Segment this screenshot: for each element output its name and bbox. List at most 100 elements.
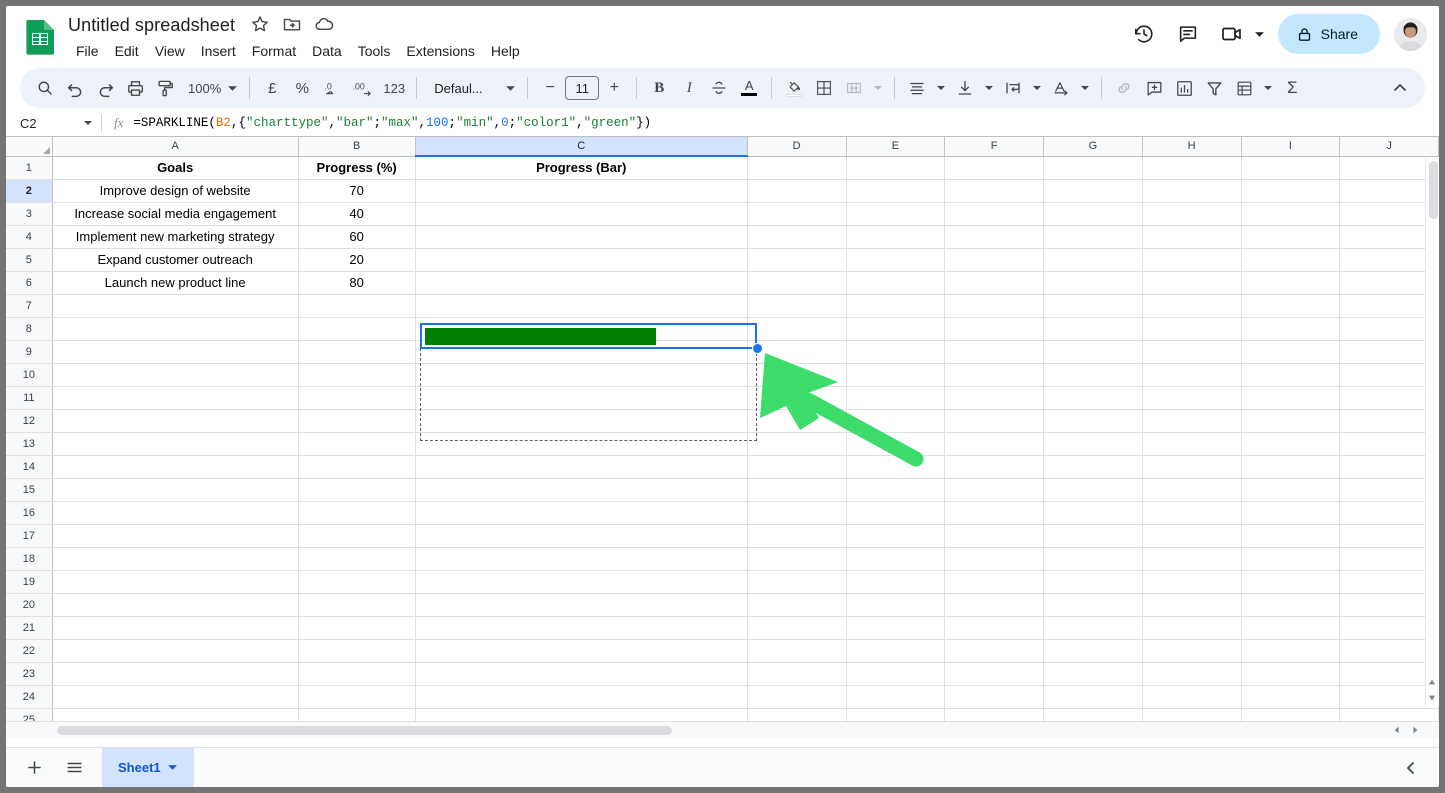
cell-H23[interactable] <box>1142 662 1242 686</box>
sheet-tab-sheet1[interactable]: Sheet1 <box>102 747 194 787</box>
borders-icon[interactable] <box>809 73 839 103</box>
avatar[interactable] <box>1394 17 1427 51</box>
column-header-g[interactable]: G <box>1043 137 1143 157</box>
cell-C1[interactable]: Progress (Bar) <box>415 156 748 180</box>
row-header-7[interactable]: 7 <box>6 294 53 318</box>
cell-H3[interactable] <box>1142 202 1242 226</box>
cell-I8[interactable] <box>1241 317 1341 341</box>
cell-I23[interactable] <box>1241 662 1341 686</box>
cell-J20[interactable] <box>1339 593 1439 617</box>
cell-E16[interactable] <box>846 501 946 525</box>
cell-C18[interactable] <box>415 547 748 571</box>
cell-F14[interactable] <box>944 455 1044 479</box>
cell-J19[interactable] <box>1339 570 1439 594</box>
cell-F24[interactable] <box>944 685 1044 709</box>
cell-D5[interactable] <box>747 248 847 272</box>
column-header-b[interactable]: B <box>298 137 416 157</box>
sheet-tab-chevron-down-icon[interactable] <box>167 762 178 773</box>
cell-F17[interactable] <box>944 524 1044 548</box>
cell-J17[interactable] <box>1339 524 1439 548</box>
cell-C10[interactable] <box>415 363 748 387</box>
cell-G2[interactable] <box>1043 179 1143 203</box>
cell-C17[interactable] <box>415 524 748 548</box>
menu-file[interactable]: File <box>68 41 107 61</box>
cell-A13[interactable] <box>52 432 299 456</box>
vertical-scrollbar[interactable] <box>1425 157 1439 706</box>
cell-G17[interactable] <box>1043 524 1143 548</box>
cell-G11[interactable] <box>1043 386 1143 410</box>
redo-icon[interactable] <box>90 73 120 103</box>
wrap-chevron-down-icon[interactable] <box>1028 73 1046 103</box>
cell-H11[interactable] <box>1142 386 1242 410</box>
strikethrough-icon[interactable] <box>704 73 734 103</box>
horizontal-align-icon[interactable] <box>902 73 932 103</box>
cell-F4[interactable] <box>944 225 1044 249</box>
cell-H15[interactable] <box>1142 478 1242 502</box>
cell-D4[interactable] <box>747 225 847 249</box>
cell-G12[interactable] <box>1043 409 1143 433</box>
row-header-9[interactable]: 9 <box>6 340 53 364</box>
cell-E7[interactable] <box>846 294 946 318</box>
cell-B10[interactable] <box>298 363 416 387</box>
pivot-table-icon[interactable] <box>1229 73 1259 103</box>
cell-D15[interactable] <box>747 478 847 502</box>
cell-A6[interactable]: Launch new product line <box>52 271 299 295</box>
cell-D21[interactable] <box>747 616 847 640</box>
cell-E15[interactable] <box>846 478 946 502</box>
cell-E20[interactable] <box>846 593 946 617</box>
cell-A16[interactable] <box>52 501 299 525</box>
cell-F22[interactable] <box>944 639 1044 663</box>
cell-E6[interactable] <box>846 271 946 295</box>
cell-C11[interactable] <box>415 386 748 410</box>
fill-color-icon[interactable] <box>779 73 809 103</box>
cell-H21[interactable] <box>1142 616 1242 640</box>
cell-B20[interactable] <box>298 593 416 617</box>
cell-J24[interactable] <box>1339 685 1439 709</box>
cell-D12[interactable] <box>747 409 847 433</box>
cell-C13[interactable] <box>415 432 748 456</box>
comment-icon[interactable] <box>1168 14 1208 54</box>
cell-H9[interactable] <box>1142 340 1242 364</box>
cell-C6[interactable] <box>415 271 748 295</box>
cell-I24[interactable] <box>1241 685 1341 709</box>
cell-E2[interactable] <box>846 179 946 203</box>
cell-D2[interactable] <box>747 179 847 203</box>
cell-B24[interactable] <box>298 685 416 709</box>
cell-G10[interactable] <box>1043 363 1143 387</box>
cell-B4[interactable]: 60 <box>298 225 416 249</box>
cell-I2[interactable] <box>1241 179 1341 203</box>
cell-B13[interactable] <box>298 432 416 456</box>
cell-B19[interactable] <box>298 570 416 594</box>
cell-C19[interactable] <box>415 570 748 594</box>
cell-A3[interactable]: Increase social media engagement <box>52 202 299 226</box>
text-rotation-icon[interactable] <box>1046 73 1076 103</box>
cell-D7[interactable] <box>747 294 847 318</box>
cell-E8[interactable] <box>846 317 946 341</box>
cell-D10[interactable] <box>747 363 847 387</box>
row-header-17[interactable]: 17 <box>6 524 53 548</box>
cell-E3[interactable] <box>846 202 946 226</box>
cell-F3[interactable] <box>944 202 1044 226</box>
row-header-19[interactable]: 19 <box>6 570 53 594</box>
cell-H12[interactable] <box>1142 409 1242 433</box>
row-header-24[interactable]: 24 <box>6 685 53 709</box>
cell-E21[interactable] <box>846 616 946 640</box>
row-header-11[interactable]: 11 <box>6 386 53 410</box>
cell-H10[interactable] <box>1142 363 1242 387</box>
cell-B14[interactable] <box>298 455 416 479</box>
cell-C5[interactable] <box>415 248 748 272</box>
cell-G18[interactable] <box>1043 547 1143 571</box>
column-header-d[interactable]: D <box>747 137 847 157</box>
zoom-control[interactable]: 100% <box>180 73 242 103</box>
cell-B5[interactable]: 20 <box>298 248 416 272</box>
cell-C4[interactable] <box>415 225 748 249</box>
collapse-toolbar-icon[interactable] <box>1385 73 1415 103</box>
cell-D20[interactable] <box>747 593 847 617</box>
row-header-22[interactable]: 22 <box>6 639 53 663</box>
cell-G9[interactable] <box>1043 340 1143 364</box>
cell-G22[interactable] <box>1043 639 1143 663</box>
menu-extensions[interactable]: Extensions <box>398 41 482 61</box>
cell-F10[interactable] <box>944 363 1044 387</box>
cell-D14[interactable] <box>747 455 847 479</box>
row-header-13[interactable]: 13 <box>6 432 53 456</box>
